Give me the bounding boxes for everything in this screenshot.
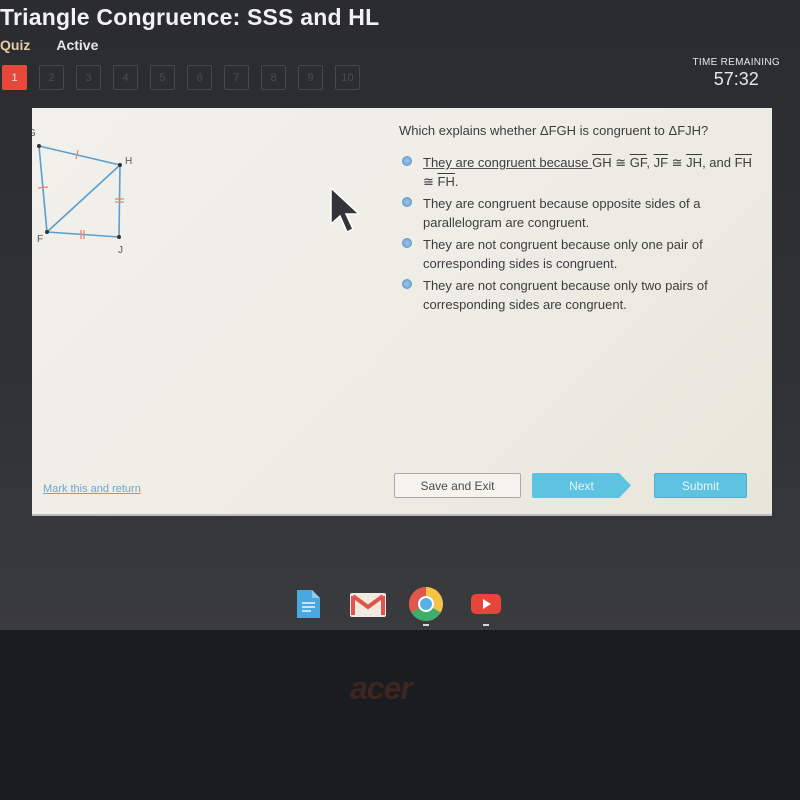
radio-button[interactable] <box>402 197 412 207</box>
question-prompt: Which explains whether ΔFGH is congruent… <box>399 123 709 138</box>
chrome-icon[interactable] <box>408 586 444 622</box>
radio-button[interactable] <box>402 156 412 166</box>
question-nav-4[interactable]: 4 <box>113 65 138 90</box>
question-nav-6[interactable]: 6 <box>187 65 212 90</box>
quadrilateral-figure: G H F J <box>32 128 132 256</box>
segment-jf-label: JF <box>653 155 669 170</box>
docs-icon[interactable] <box>292 588 324 620</box>
save-and-exit-button[interactable]: Save and Exit <box>394 473 521 498</box>
mouse-pointer-icon <box>330 186 361 234</box>
answer-option-3[interactable]: They are not congruent because only one … <box>402 235 757 273</box>
question-nav-9[interactable]: 9 <box>298 65 323 90</box>
youtube-icon[interactable] <box>470 588 502 620</box>
text-run: ≅ <box>423 174 438 189</box>
segment-gh <box>38 145 121 166</box>
text-run: , <box>646 155 654 170</box>
segment-jh-label: JH <box>686 155 703 170</box>
running-indicator <box>483 624 489 626</box>
question-nav-7[interactable]: 7 <box>224 65 249 90</box>
question-navigator: 1 2 3 4 5 6 7 8 9 10 <box>2 65 360 90</box>
question-nav-8[interactable]: 8 <box>261 65 286 90</box>
sub-header: Quiz Active <box>0 37 98 53</box>
question-nav-2[interactable]: 2 <box>39 65 64 90</box>
text-run: ≅ <box>611 155 630 170</box>
submit-button[interactable]: Submit <box>654 473 747 498</box>
question-nav-1[interactable]: 1 <box>2 65 27 90</box>
option-text: They are congruent because GH ≅ GF, JF ≅… <box>423 153 757 191</box>
segment-fj <box>46 231 120 238</box>
question-nav-5[interactable]: 5 <box>150 65 175 90</box>
question-nav-3[interactable]: 3 <box>76 65 101 90</box>
text-run: , and <box>702 155 735 170</box>
answer-option-1[interactable]: They are congruent because GH ≅ GF, JF ≅… <box>402 153 757 191</box>
mark-and-return-link[interactable]: Mark this and return <box>43 483 141 495</box>
option-text: They are not congruent because only one … <box>423 237 703 271</box>
tick-gf <box>37 186 49 189</box>
question-panel: G H F J Which explains whether ΔFGH is c… <box>32 108 772 516</box>
activity-type-label: Quiz <box>0 37 31 53</box>
next-button[interactable]: Next <box>532 473 631 498</box>
label-g: G <box>32 128 36 139</box>
screen: Triangle Congruence: SSS and HL Quiz Act… <box>0 0 800 630</box>
running-indicator <box>423 624 429 626</box>
label-f: F <box>37 234 43 245</box>
vertex-j <box>117 235 121 239</box>
timer-value: 57:32 <box>713 69 759 89</box>
answer-options: They are congruent because GH ≅ GF, JF ≅… <box>402 153 757 317</box>
timer-label: TIME REMAINING <box>692 57 780 68</box>
gmail-icon[interactable] <box>349 588 387 620</box>
segment-gf <box>38 145 48 233</box>
segment-fh-label: FH <box>734 155 752 170</box>
segment-fh-label: FH <box>437 174 455 189</box>
text-run: They are congruent because <box>423 155 593 170</box>
text-run: ≅ <box>668 155 687 170</box>
laptop-brand-logo: acer <box>350 670 413 706</box>
segment-fh <box>46 164 121 233</box>
option-text: They are not congruent because only two … <box>423 278 708 312</box>
timer: TIME REMAINING 57:32 <box>692 57 780 90</box>
segment-hj <box>118 164 121 238</box>
page-title: Triangle Congruence: SSS and HL <box>0 4 380 30</box>
status-label: Active <box>56 37 99 53</box>
answer-option-4[interactable]: They are not congruent because only two … <box>402 276 757 314</box>
vertex-f <box>45 230 49 234</box>
taskbar-shelf <box>0 580 800 630</box>
vertex-h <box>118 163 122 167</box>
segment-gh-label: GH <box>592 155 612 170</box>
radio-button[interactable] <box>402 279 412 289</box>
segment-gf-label: GF <box>629 155 647 170</box>
answer-option-2[interactable]: They are congruent because opposite side… <box>402 194 757 232</box>
text-run: . <box>454 174 459 189</box>
vertex-g <box>37 144 41 148</box>
radio-button[interactable] <box>402 238 412 248</box>
label-j: J <box>118 245 123 256</box>
label-h: H <box>125 156 132 167</box>
question-nav-10[interactable]: 10 <box>335 65 360 90</box>
option-text: They are congruent because opposite side… <box>423 196 701 230</box>
